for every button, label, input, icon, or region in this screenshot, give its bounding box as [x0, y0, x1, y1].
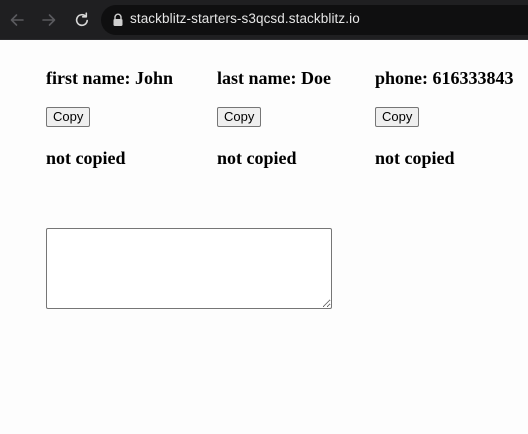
last-name-status: not copied	[217, 148, 297, 168]
copy-first-name-button[interactable]: Copy	[46, 107, 91, 127]
reload-button[interactable]	[71, 9, 93, 31]
arrow-left-icon	[10, 14, 24, 26]
last-name-label: last name: Doe	[217, 68, 331, 88]
copy-last-name-button[interactable]: Copy	[217, 107, 262, 127]
first-name-label: first name: John	[46, 68, 173, 88]
arrow-right-icon	[42, 14, 56, 26]
copy-phone-button[interactable]: Copy	[375, 107, 420, 127]
first-name-status: not copied	[46, 148, 126, 168]
paste-textarea[interactable]	[46, 228, 332, 309]
lock-icon	[113, 13, 123, 26]
browser-toolbar: stackblitz-starters-s3qcsd.stackblitz.io	[0, 0, 528, 40]
phone-label: phone: 616333843	[375, 68, 514, 88]
phone-status: not copied	[375, 148, 455, 168]
back-button[interactable]	[6, 9, 28, 31]
address-bar[interactable]: stackblitz-starters-s3qcsd.stackblitz.io	[101, 5, 528, 35]
url-text: stackblitz-starters-s3qcsd.stackblitz.io	[130, 11, 360, 26]
forward-button[interactable]	[38, 9, 60, 31]
reload-icon	[75, 12, 88, 27]
